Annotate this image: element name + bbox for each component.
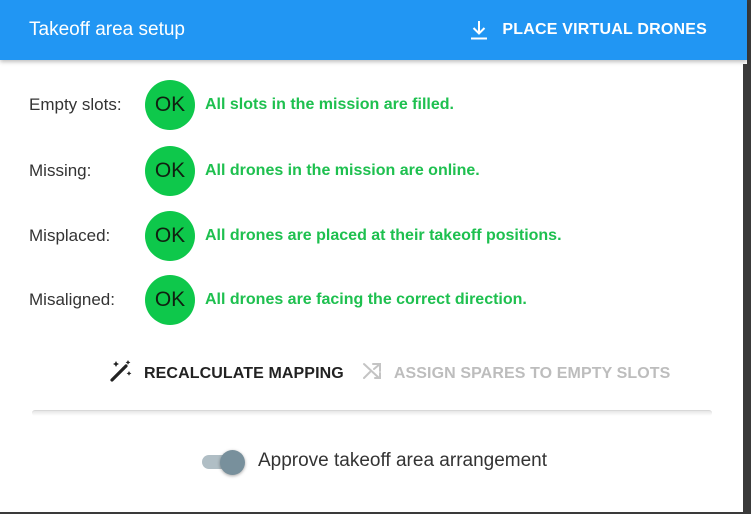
assign-spares-button[interactable]: ASSIGN SPARES TO EMPTY SLOTS xyxy=(362,361,671,386)
dialog-header: Takeoff area setup PLACE VIRTUAL DRONES xyxy=(0,0,747,60)
approve-toggle-label: Approve takeoff area arrangement xyxy=(257,450,548,471)
recalculate-mapping-button[interactable]: RECALCULATE MAPPING xyxy=(108,358,344,389)
check-message: All slots in the mission are filled. xyxy=(205,96,454,113)
check-label: Misplaced: xyxy=(29,226,111,245)
approve-toggle[interactable] xyxy=(200,447,246,475)
check-row-missing: Missing: OK All drones in the mission ar… xyxy=(29,146,709,196)
check-row-misplaced: Misplaced: OK All drones are placed at t… xyxy=(29,211,709,261)
check-row-empty-slots: Empty slots: OK All slots in the mission… xyxy=(29,80,709,130)
place-virtual-drones-label: PLACE VIRTUAL DRONES xyxy=(502,21,707,38)
dialog-footer: Approve takeoff area arrangement xyxy=(0,418,747,510)
check-label: Misaligned: xyxy=(29,290,115,309)
mapping-actions: RECALCULATE MAPPING ASSIGN SPARES TO EMP… xyxy=(108,358,670,389)
dialog-title: Takeoff area setup xyxy=(29,19,185,40)
takeoff-area-dialog: Takeoff area setup PLACE VIRTUAL DRONES … xyxy=(0,0,751,514)
assign-spares-label: ASSIGN SPARES TO EMPTY SLOTS xyxy=(393,364,671,382)
check-message: All drones are facing the correct direct… xyxy=(205,291,527,308)
status-badge: OK xyxy=(145,80,195,130)
toggle-thumb[interactable] xyxy=(219,450,245,475)
section-divider xyxy=(32,410,712,416)
check-label: Empty slots: xyxy=(29,95,122,114)
check-label: Missing: xyxy=(29,161,92,180)
magic-wand-icon xyxy=(108,358,134,389)
status-badge: OK xyxy=(145,146,195,196)
status-badge: OK xyxy=(145,275,195,325)
place-virtual-drones-button[interactable]: PLACE VIRTUAL DRONES xyxy=(470,20,707,40)
check-message: All drones in the mission are online. xyxy=(205,162,480,179)
status-badge: OK xyxy=(145,211,195,261)
recalculate-mapping-label: RECALCULATE MAPPING xyxy=(144,364,344,382)
check-row-misaligned: Misaligned: OK All drones are facing the… xyxy=(29,275,709,325)
check-message: All drones are placed at their takeoff p… xyxy=(205,227,562,244)
download-icon xyxy=(470,20,488,40)
shuffle-icon xyxy=(362,361,384,386)
